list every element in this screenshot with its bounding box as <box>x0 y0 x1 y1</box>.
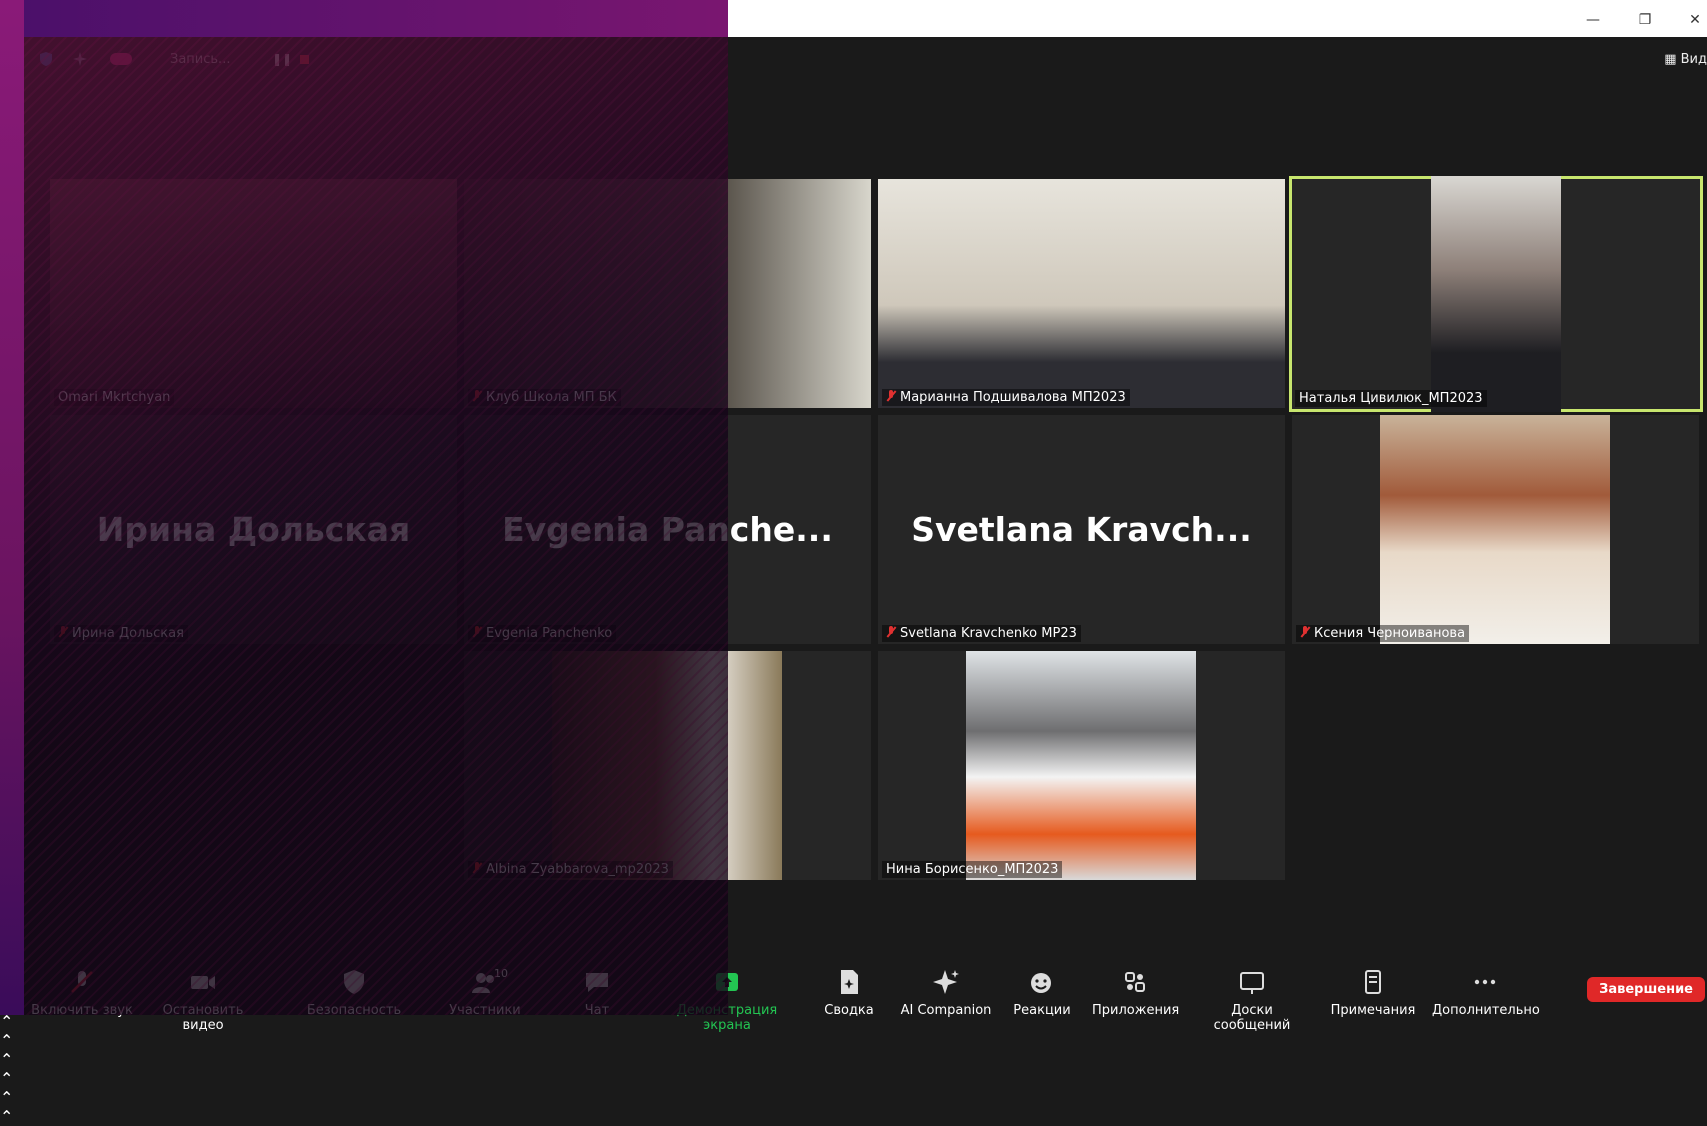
meeting-topbar: Запись... ❚❚ ▦ Вид <box>0 37 1707 85</box>
stop-record-icon[interactable] <box>300 55 309 64</box>
restore-icon[interactable]: ❐ <box>1630 10 1660 30</box>
notes-button[interactable]: Примечания <box>1330 955 1416 1018</box>
participant-video <box>1431 176 1561 412</box>
participant-avatar-name: Ирина Дольская <box>96 510 411 549</box>
minimize-icon[interactable]: — <box>1578 10 1608 30</box>
participant-name: Albina Zyabbarova_mp2023 <box>468 861 673 878</box>
whiteboards-button[interactable]: Доски сообщений <box>1192 955 1312 1033</box>
recording-label: Запись... <box>170 52 231 67</box>
mic-muted-icon <box>472 626 482 638</box>
share-options-caret[interactable]: ⌃ <box>0 1031 1707 1050</box>
video-tile[interactable]: Svetlana Kravch... Svetlana Kravchenko M… <box>878 415 1285 644</box>
more-button[interactable]: Дополнительно <box>1432 955 1540 1018</box>
participants-count: 10 <box>494 967 508 980</box>
participant-video <box>966 651 1196 880</box>
mic-muted-icon <box>886 626 896 638</box>
shield-icon <box>344 970 364 994</box>
meeting-toolbar: Включить звук ⌃ Остановить видео ⌃ Безоп… <box>0 955 1707 1126</box>
participant-video <box>50 179 457 408</box>
unmute-button[interactable]: Включить звук <box>30 955 134 1018</box>
video-tile[interactable]: Ксения Черноиванова <box>1292 415 1699 644</box>
cloud-record-icon <box>110 53 132 65</box>
participant-name: Клуб Школа МП БК <box>468 389 621 406</box>
view-button[interactable]: ▦ Вид <box>1664 52 1707 67</box>
window-titlebar: Zoom Конференция — ❐ ✕ <box>0 0 1707 37</box>
participant-avatar-name: Svetlana Kravch... <box>911 510 1252 549</box>
video-tile[interactable]: Evgenia Panche... Evgenia Panchenko <box>464 415 871 644</box>
share-screen-button[interactable]: Демонстрация экрана <box>654 955 800 1033</box>
shield-icon[interactable] <box>38 51 54 67</box>
mic-muted-icon <box>472 862 482 874</box>
video-tile[interactable]: Нина Борисенко_МП2023 <box>878 651 1285 880</box>
notes-options-caret[interactable]: ⌃ <box>0 1107 1707 1126</box>
video-tile[interactable]: Марианна Подшивалова МП2023 <box>878 179 1285 408</box>
participant-name: Ирина Дольская <box>54 625 188 642</box>
mic-muted-icon <box>1300 626 1310 638</box>
participant-name: Ксения Черноиванова <box>1296 625 1470 642</box>
chat-button[interactable]: Чат <box>570 955 624 1018</box>
close-icon[interactable]: ✕ <box>1680 10 1707 30</box>
participant-name: Omari Mkrtchyan <box>54 389 175 406</box>
mic-muted-icon <box>71 971 93 993</box>
participant-video <box>1380 415 1610 644</box>
participant-name: Наталья Цивилюк_МП2023 <box>1295 390 1487 407</box>
more-dots-icon <box>1474 979 1496 985</box>
end-meeting-button[interactable]: Завершение <box>1587 977 1705 1002</box>
camera-icon <box>191 976 215 989</box>
participant-name: Svetlana Kravchenko MP23 <box>882 625 1081 642</box>
pause-record-icon[interactable]: ❚❚ <box>272 52 292 66</box>
video-tile[interactable]: Ирина Дольская Ирина Дольская <box>50 415 457 644</box>
share-screen-icon <box>716 973 738 991</box>
security-button[interactable]: Безопасность <box>305 955 403 1018</box>
zoom-logo-icon <box>26 15 41 30</box>
apps-icon <box>1125 972 1145 992</box>
reactions-options-caret[interactable]: ⌃ <box>0 1050 1707 1069</box>
participants-button[interactable]: 10 Участники <box>440 955 530 1018</box>
summary-icon <box>841 970 858 994</box>
apps-options-caret[interactable]: ⌃ <box>0 1069 1707 1088</box>
ai-companion-button[interactable]: AI Companion <box>896 955 996 1018</box>
summary-button[interactable]: Сводка <box>818 955 880 1018</box>
ai-sparkle-icon <box>933 970 959 994</box>
participant-name: Марианна Подшивалова МП2023 <box>882 389 1130 406</box>
mic-muted-icon <box>58 626 68 638</box>
notes-icon <box>1365 970 1381 994</box>
smile-icon <box>1031 973 1051 993</box>
video-tile-active-speaker[interactable]: Наталья Цивилюк_МП2023 <box>1289 176 1703 412</box>
reactions-button[interactable]: Реакции <box>1010 955 1074 1018</box>
apps-button[interactable]: Приложения <box>1092 955 1179 1018</box>
grid-icon: ▦ <box>1664 52 1681 67</box>
overlay-left-strip <box>0 0 24 1015</box>
stop-video-button[interactable]: Остановить видео <box>143 955 263 1033</box>
video-tile[interactable]: Клуб Школа МП БК <box>464 179 871 408</box>
participant-video <box>552 651 782 880</box>
mic-muted-icon <box>886 390 896 402</box>
whiteboard-icon <box>1240 972 1264 994</box>
chat-icon <box>586 973 608 992</box>
participant-avatar-name: Evgenia Panche... <box>502 510 833 549</box>
video-tile[interactable]: Albina Zyabbarova_mp2023 <box>464 651 871 880</box>
whiteboards-options-caret[interactable]: ⌃ <box>0 1088 1707 1107</box>
participant-name: Evgenia Panchenko <box>468 625 617 642</box>
video-tile[interactable]: Omari Mkrtchyan <box>50 179 457 408</box>
window-title: Zoom Конференция <box>48 14 185 29</box>
participant-video <box>878 179 1285 408</box>
participant-video <box>464 179 871 408</box>
participant-name: Нина Борисенко_МП2023 <box>882 861 1063 878</box>
sparkle-icon[interactable] <box>72 51 88 67</box>
mic-muted-icon <box>472 390 482 402</box>
